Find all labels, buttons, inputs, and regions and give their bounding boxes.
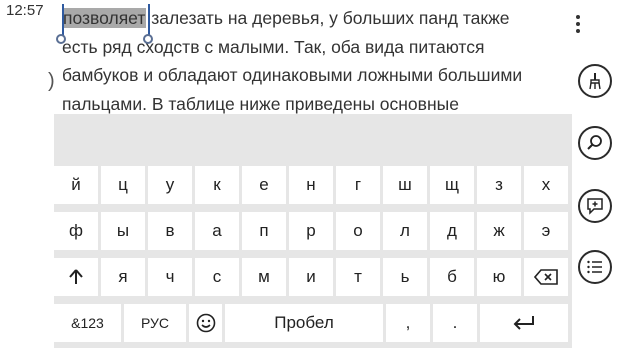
line-1-rest: залезать на деревья, у больших панд такж… — [146, 8, 510, 28]
key-row2-4[interactable]: а — [195, 212, 239, 250]
emoji-smiley-icon — [196, 313, 215, 333]
text-line-3: бамбуков и обладают одинаковыми ложными … — [62, 65, 523, 85]
period-key[interactable]: . — [433, 304, 477, 342]
key-row1-10[interactable]: з — [477, 166, 521, 204]
selected-word[interactable]: позволяет — [62, 8, 147, 28]
key-row2-9[interactable]: д — [430, 212, 474, 250]
key-row3-2[interactable]: ч — [148, 258, 192, 296]
key-row3-1[interactable]: я — [101, 258, 145, 296]
list-icon — [587, 260, 602, 274]
key-row2-7[interactable]: о — [336, 212, 380, 250]
backspace-icon — [534, 269, 558, 285]
key-row3-6[interactable]: т — [336, 258, 380, 296]
format-brush-icon — [589, 73, 601, 90]
space-key[interactable]: Пробел — [225, 304, 383, 342]
find-icon — [587, 135, 602, 150]
document-text[interactable]: позволяет залезать на деревья, у больших… — [62, 4, 572, 118]
list-button[interactable] — [578, 250, 612, 284]
selection-end-handle[interactable] — [143, 34, 153, 44]
shift-arrow-up-icon — [69, 269, 83, 284]
find-button[interactable] — [578, 126, 612, 160]
key-row2-2[interactable]: ы — [101, 212, 145, 250]
symbols-key[interactable]: &123 — [54, 304, 121, 342]
key-row2-10[interactable]: ж — [477, 212, 521, 250]
key-row1-11[interactable]: х — [524, 166, 568, 204]
emoji-key[interactable] — [189, 304, 222, 342]
selection-start-caret — [62, 4, 64, 36]
on-screen-keyboard: й ц у к е н г ш щ з х ф ы в а п р о л д … — [54, 114, 572, 348]
left-edge-paren: ) — [48, 70, 55, 92]
language-key[interactable]: РУС — [124, 304, 186, 342]
enter-key[interactable] — [480, 304, 568, 342]
key-row1-8[interactable]: ш — [383, 166, 427, 204]
key-row1-5[interactable]: е — [242, 166, 286, 204]
key-row3-5[interactable]: и — [289, 258, 333, 296]
selection-end-caret — [148, 4, 150, 36]
format-button[interactable] — [578, 64, 612, 98]
comma-key[interactable]: , — [386, 304, 430, 342]
add-comment-icon — [587, 198, 603, 215]
key-row2-5[interactable]: п — [242, 212, 286, 250]
backspace-key[interactable] — [524, 258, 568, 296]
key-row2-11[interactable]: э — [524, 212, 568, 250]
key-row3-3[interactable]: с — [195, 258, 239, 296]
shift-key[interactable] — [54, 258, 98, 296]
key-row1-4[interactable]: к — [195, 166, 239, 204]
key-row2-1[interactable]: ф — [54, 212, 98, 250]
key-row3-7[interactable]: ь — [383, 258, 427, 296]
key-row3-9[interactable]: ю — [477, 258, 521, 296]
key-row2-6[interactable]: р — [289, 212, 333, 250]
key-row1-7[interactable]: г — [336, 166, 380, 204]
key-row1-1[interactable]: й — [54, 166, 98, 204]
key-row1-6[interactable]: н — [289, 166, 333, 204]
key-row1-9[interactable]: щ — [430, 166, 474, 204]
text-line-2: есть ряд сходств с малыми. Так, оба вида… — [62, 36, 485, 57]
add-comment-button[interactable] — [578, 189, 612, 223]
key-row3-4[interactable]: м — [242, 258, 286, 296]
app-bar — [574, 0, 620, 348]
key-row1-2[interactable]: ц — [101, 166, 145, 204]
more-dots-icon[interactable] — [576, 12, 582, 36]
key-row1-3[interactable]: у — [148, 166, 192, 204]
enter-return-icon — [513, 316, 534, 330]
text-line-1: позволяет залезать на деревья, у больших… — [62, 4, 572, 33]
key-row2-8[interactable]: л — [383, 212, 427, 250]
key-row2-3[interactable]: в — [148, 212, 192, 250]
selection-start-handle[interactable] — [56, 34, 66, 44]
status-time: 12:57 — [6, 2, 44, 19]
key-row3-8[interactable]: б — [430, 258, 474, 296]
